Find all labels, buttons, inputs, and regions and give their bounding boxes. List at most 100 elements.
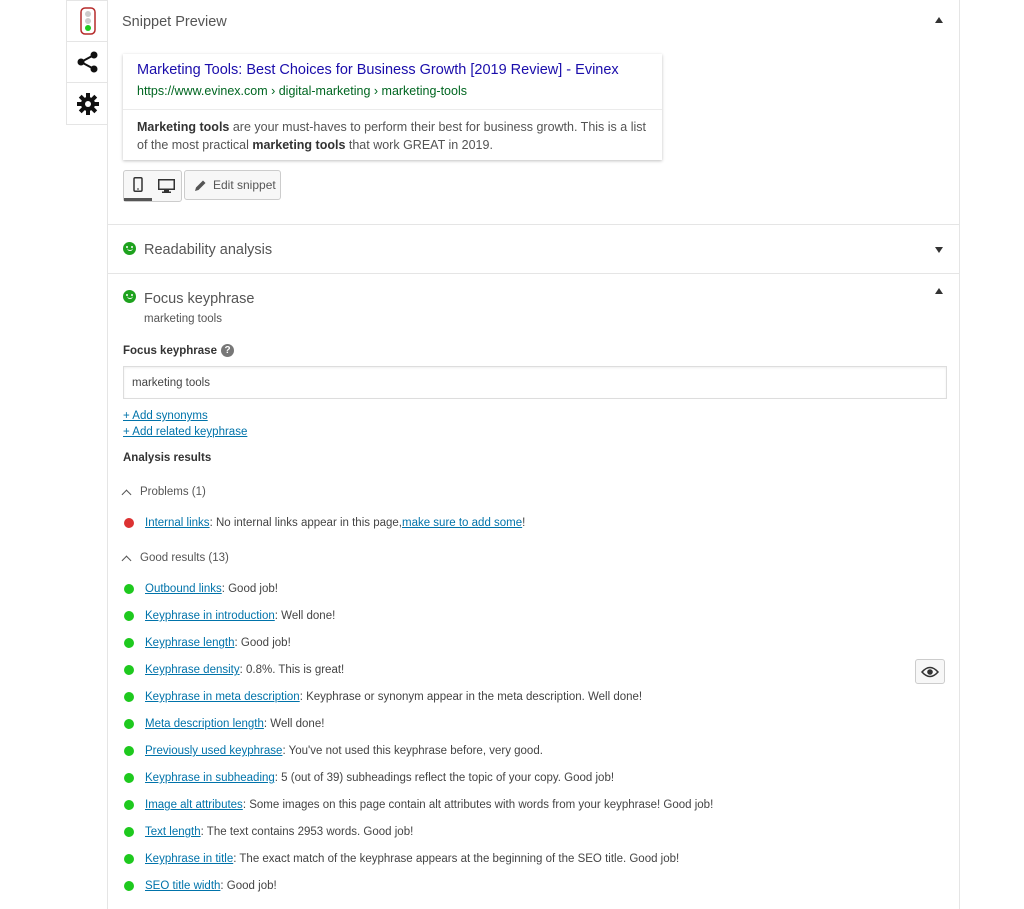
result-link[interactable]: Keyphrase length (145, 637, 235, 649)
result-item-good: Meta description length: Well done! (124, 718, 324, 730)
pencil-icon (195, 180, 206, 191)
result-text: : Well done! (263, 718, 325, 730)
yoast-metabox: Snippet Preview Marketing Tools: Best Ch… (107, 0, 960, 909)
result-link[interactable]: Keyphrase in subheading (145, 772, 275, 784)
bullet-green-icon (124, 719, 134, 729)
chevron-up-icon (121, 555, 132, 565)
result-item-good: Image alt attributes: Some images on thi… (124, 799, 713, 811)
result-item-good: Keyphrase length: Good job! (124, 637, 291, 649)
result-text: : Well done! (274, 610, 336, 622)
result-item-good: Keyphrase in title: The exact match of t… (124, 853, 679, 865)
result-link[interactable]: Keyphrase density (145, 664, 240, 676)
bullet-green-icon (124, 638, 134, 648)
snippet-url: https://www.evinex.com › digital-marketi… (137, 84, 467, 98)
section-subtitle: marketing tools (144, 313, 222, 325)
traffic-light-icon (79, 7, 96, 35)
help-icon[interactable]: ? (221, 344, 234, 357)
collapse-arrow-icon[interactable] (935, 17, 943, 23)
result-item-good: Previously used keyphrase: You've not us… (124, 745, 543, 757)
result-link[interactable]: Meta description length (145, 718, 264, 730)
metabox-side-tabs (66, 0, 108, 125)
result-text: : Good job! (221, 583, 278, 595)
result-item-good: Keyphrase in meta description: Keyphrase… (124, 691, 642, 703)
result-item-good: Keyphrase density: 0.8%. This is great! (124, 664, 344, 676)
good-results-label: Good results (13) (140, 552, 229, 564)
section-title[interactable]: Focus keyphrase (144, 291, 254, 307)
result-text: : The exact match of the keyphrase appea… (233, 853, 680, 865)
result-link[interactable]: Keyphrase in meta description (145, 691, 300, 703)
result-link[interactable]: Outbound links (145, 583, 222, 595)
sidetab-seo[interactable] (67, 1, 108, 42)
bullet-green-icon (124, 881, 134, 891)
divider (123, 109, 662, 110)
bullet-green-icon (124, 827, 134, 837)
google-snippet-preview: Marketing Tools: Best Choices for Busine… (123, 54, 662, 160)
problems-label: Problems (1) (140, 486, 206, 498)
result-link-secondary[interactable]: make sure to add some (402, 517, 522, 529)
snippet-title: Marketing Tools: Best Choices for Busine… (137, 62, 619, 78)
snippet-description: Marketing tools are your must-haves to p… (137, 120, 646, 152)
good-results-toggle[interactable]: Good results (13) (121, 552, 229, 565)
bullet-green-icon (124, 611, 134, 621)
result-link[interactable]: Keyphrase in introduction (145, 610, 275, 622)
collapse-arrow-icon[interactable] (935, 288, 943, 294)
edit-snippet-button[interactable]: Edit snippet (184, 170, 281, 200)
section-title: Readability analysis (144, 242, 273, 258)
bullet-green-icon (124, 665, 134, 675)
result-text: : 0.8%. This is great! (239, 664, 345, 676)
focus-keyphrase-label: Focus keyphrase (123, 345, 217, 357)
result-text: : Good job! (234, 637, 291, 649)
result-text: : The text contains 2953 words. Good job… (200, 826, 414, 838)
snippet-preview-section: Snippet Preview Marketing Tools: Best Ch… (108, 0, 959, 225)
result-link[interactable]: SEO title width (145, 880, 220, 892)
mobile-preview-button[interactable] (124, 171, 152, 201)
gear-icon (76, 92, 99, 115)
problems-toggle[interactable]: Problems (1) (121, 486, 206, 499)
result-item-good: Keyphrase in introduction: Well done! (124, 610, 335, 622)
bullet-green-icon (124, 692, 134, 702)
add-synonyms-link[interactable]: + Add synonyms (123, 410, 208, 422)
result-link[interactable]: Internal links (145, 517, 210, 529)
result-text: : Some images on this page contain alt a… (242, 799, 714, 811)
smiley-good-icon (123, 242, 136, 255)
result-item-good: Text length: The text contains 2953 word… (124, 826, 413, 838)
sidetab-social[interactable] (67, 42, 108, 83)
result-link[interactable]: Text length (145, 826, 201, 838)
result-text: : You've not used this keyphrase before,… (282, 745, 543, 757)
result-item-good: SEO title width: Good job! (124, 880, 277, 892)
bullet-green-icon (124, 800, 134, 810)
sidetab-settings[interactable] (67, 83, 108, 124)
smiley-good-icon (123, 290, 136, 303)
focus-keyphrase-input[interactable] (123, 366, 947, 399)
eye-icon (921, 666, 939, 677)
section-title[interactable]: Snippet Preview (122, 14, 227, 30)
highlight-toggle-button[interactable] (915, 659, 945, 684)
readability-section[interactable]: Readability analysis (108, 225, 959, 274)
result-text: : 5 (out of 39) subheadings reflect the … (274, 772, 615, 784)
bullet-green-icon (124, 584, 134, 594)
bullet-green-icon (124, 854, 134, 864)
bullet-red-icon (124, 518, 134, 528)
result-text: ! (522, 517, 526, 529)
analysis-results-heading: Analysis results (123, 452, 212, 464)
result-item-good: Outbound links: Good job! (124, 583, 278, 595)
desktop-preview-button[interactable] (152, 171, 180, 201)
result-link[interactable]: Image alt attributes (145, 799, 243, 811)
edit-snippet-label: Edit snippet (213, 178, 276, 192)
result-text: : Good job! (220, 880, 277, 892)
expand-arrow-icon[interactable] (935, 247, 943, 253)
result-item-problem: Internal links : No internal links appea… (124, 517, 525, 529)
result-link[interactable]: Previously used keyphrase (145, 745, 282, 757)
bullet-green-icon (124, 746, 134, 756)
mobile-icon (133, 177, 143, 192)
desktop-icon (157, 179, 175, 193)
chevron-up-icon (121, 489, 132, 499)
add-related-keyphrase-link[interactable]: + Add related keyphrase (123, 426, 247, 438)
result-item-good: Keyphrase in subheading: 5 (out of 39) s… (124, 772, 614, 784)
result-text: : No internal links appear in this page, (209, 517, 402, 529)
result-link[interactable]: Keyphrase in title (145, 853, 233, 865)
bullet-green-icon (124, 773, 134, 783)
result-text: : Keyphrase or synonym appear in the met… (299, 691, 643, 703)
device-toggle (123, 170, 182, 202)
share-icon (77, 51, 97, 73)
